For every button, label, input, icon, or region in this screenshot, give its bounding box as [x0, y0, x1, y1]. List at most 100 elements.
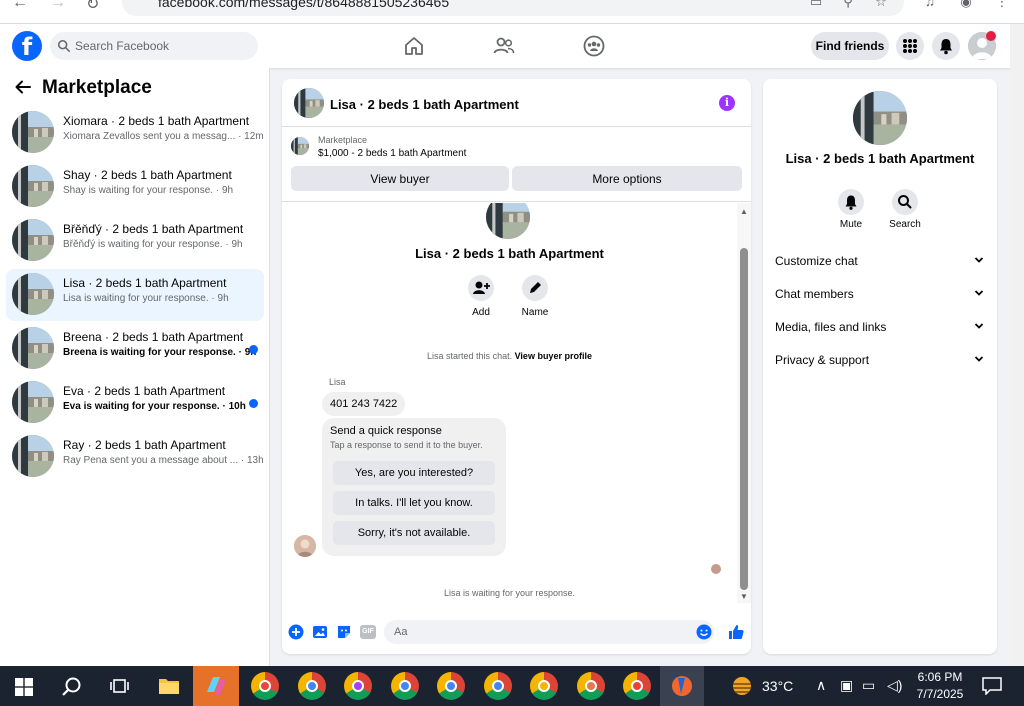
app-icon[interactable]	[670, 674, 694, 698]
chrome-profile-icon[interactable]	[530, 672, 558, 700]
account-icon[interactable]: ◉	[956, 0, 976, 9]
sticker-icon[interactable]	[336, 624, 352, 640]
apartment-photo	[12, 165, 54, 207]
scroll-down-icon[interactable]: ▼	[740, 592, 748, 601]
mute-button[interactable]	[838, 189, 864, 215]
photo-icon[interactable]	[312, 624, 328, 640]
cast-icon[interactable]: ▭	[806, 0, 826, 9]
clock-time[interactable]: 6:06 PM	[910, 670, 970, 684]
more-options-button[interactable]: More options	[512, 166, 742, 191]
reload-icon[interactable]: ↻	[86, 0, 99, 14]
search-icon[interactable]	[61, 676, 83, 698]
quick-response-subtitle: Tap a response to send it to the buyer.	[330, 440, 483, 450]
task-view-icon[interactable]	[110, 677, 130, 695]
media-icon[interactable]: ♫	[920, 0, 940, 9]
weather-temperature[interactable]: 33°C	[762, 678, 793, 694]
conversation-item[interactable]: Lisa · 2 beds 1 bath Apartment Lisa is wa…	[6, 269, 264, 321]
notification-center-icon[interactable]	[982, 677, 1002, 695]
like-thumb-icon[interactable]	[727, 623, 745, 641]
bookmark-star-icon[interactable]: ☆	[871, 0, 891, 9]
message-scrollbar[interactable]: ▲ ▼	[737, 203, 751, 603]
info-section-row[interactable]: Customize chat	[775, 251, 985, 271]
weather-icon[interactable]	[730, 675, 754, 697]
chrome-profile-icon[interactable]	[297, 672, 326, 700]
url-text[interactable]: facebook.com/messages/t/8648881505236465	[158, 0, 449, 10]
battery-icon[interactable]: ▣	[840, 677, 853, 694]
conversation-avatar	[12, 219, 54, 261]
chrome-profile-icon[interactable]	[483, 672, 512, 700]
apartment-photo	[291, 137, 309, 155]
listing-thumbnail[interactable]	[291, 137, 309, 155]
search-button[interactable]	[892, 189, 918, 215]
file-explorer-icon[interactable]	[158, 676, 180, 696]
back-arrow-icon[interactable]: ←	[12, 0, 28, 12]
message-input[interactable]	[384, 620, 714, 644]
profile-badge	[398, 680, 411, 692]
facebook-logo-icon[interactable]: f	[12, 31, 42, 61]
scrollbar-thumb[interactable]	[740, 248, 748, 590]
info-icon[interactable]: i	[719, 95, 735, 111]
forward-arrow-icon[interactable]: →	[50, 0, 66, 12]
quick-reply-not-available[interactable]: Sorry, it's not available.	[333, 521, 495, 545]
quick-response-title: Send a quick response	[330, 425, 442, 437]
network-icon[interactable]: ▭	[862, 677, 875, 694]
conversation-name: Xiomara · 2 beds 1 bath Apartment	[63, 114, 250, 128]
conversation-avatar	[12, 165, 54, 207]
view-buyer-profile-link[interactable]: View buyer profile	[515, 351, 592, 361]
emoji-icon[interactable]	[696, 624, 712, 640]
plus-icon[interactable]	[288, 624, 304, 640]
chat-title[interactable]: Lisa · 2 beds 1 bath Apartment	[330, 97, 519, 112]
scroll-up-icon[interactable]: ▲	[740, 207, 748, 216]
windows-start-icon[interactable]	[15, 678, 33, 696]
info-section-label: Chat members	[775, 287, 854, 301]
conversation-item[interactable]: Xiomara · 2 beds 1 bath Apartment Xiomara…	[6, 107, 264, 159]
sender-avatar[interactable]	[294, 535, 316, 557]
volume-icon[interactable]: ◁)	[887, 677, 902, 694]
message-bubble[interactable]: 401 243 7422	[322, 392, 406, 416]
clock-date[interactable]: 7/7/2025	[910, 687, 970, 701]
page-scrollbar[interactable]	[1010, 24, 1024, 666]
conversation-item[interactable]: Břěňďý · 2 beds 1 bath Apartment Břěňďý i…	[6, 215, 264, 267]
chrome-profile-icon[interactable]	[623, 672, 651, 700]
search-input[interactable]	[50, 32, 258, 60]
quick-reply-in-talks[interactable]: In talks. I'll let you know.	[333, 491, 495, 515]
info-section-row[interactable]: Media, files and links	[775, 317, 985, 337]
menu-dots-icon[interactable]: ⋮	[992, 0, 1012, 9]
facebook-header: f Find friends	[0, 24, 1010, 68]
home-icon[interactable]	[402, 34, 426, 58]
chrome-profile-icon[interactable]	[437, 672, 465, 700]
back-arrow-icon[interactable]	[14, 78, 32, 96]
listing-label: Marketplace	[318, 135, 368, 145]
bell-icon	[845, 195, 857, 210]
chat-list-panel: Marketplace Xiomara · 2 beds 1 bath Apar…	[0, 68, 270, 666]
windows-taskbar: 33°C ∧ ▣ ▭ ◁) 6:06 PM 7/7/2025	[0, 666, 1024, 706]
chevron-up-icon[interactable]: ∧	[816, 677, 826, 694]
info-section-row[interactable]: Privacy & support	[775, 350, 985, 370]
view-buyer-button[interactable]: View buyer	[291, 166, 509, 191]
chrome-profile-icon[interactable]	[390, 672, 419, 700]
conversation-avatar	[12, 111, 54, 153]
browser-toolbar: ← → ↻ facebook.com/messages/t/8648881505…	[0, 0, 1024, 24]
bell-icon	[940, 39, 952, 55]
add-button[interactable]	[468, 275, 494, 301]
conversation-item[interactable]: Eva · 2 beds 1 bath Apartment Eva is wait…	[6, 377, 264, 429]
chat-avatar[interactable]	[294, 88, 324, 118]
gif-icon[interactable]: GIF	[360, 625, 376, 639]
name-button[interactable]	[522, 275, 548, 301]
chrome-profile-icon[interactable]	[344, 672, 372, 700]
listing-price[interactable]: $1,000 - 2 beds 1 bath Apartment	[318, 148, 466, 159]
copilot-icon[interactable]	[203, 674, 229, 698]
info-section-row[interactable]: Chat members	[775, 284, 985, 304]
quick-reply-interested[interactable]: Yes, are you interested?	[333, 461, 495, 485]
chrome-profile-icon[interactable]	[576, 672, 605, 700]
conversation-item[interactable]: Shay · 2 beds 1 bath Apartment Shay is wa…	[6, 161, 264, 213]
conversation-item[interactable]: Ray · 2 beds 1 bath Apartment Ray Pena se…	[6, 431, 264, 483]
menu-grid-button[interactable]	[896, 32, 924, 60]
groups-icon[interactable]	[582, 34, 606, 58]
zoom-icon[interactable]: ⚲	[838, 0, 858, 9]
chrome-profile-icon[interactable]	[251, 672, 279, 700]
notifications-button[interactable]	[932, 32, 960, 60]
find-friends-button[interactable]: Find friends	[811, 32, 889, 60]
conversation-item[interactable]: Breena · 2 beds 1 bath Apartment Breena i…	[6, 323, 264, 375]
friends-icon[interactable]	[492, 34, 516, 58]
